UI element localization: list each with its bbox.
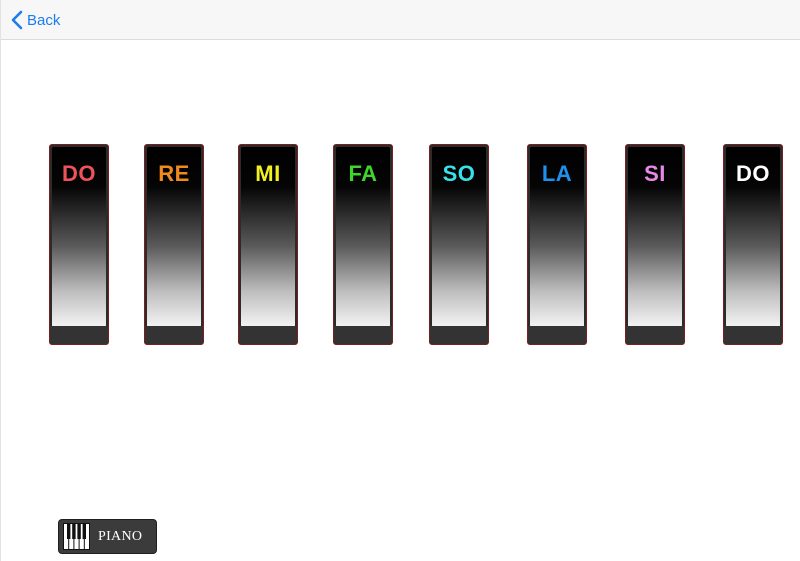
key-label-fa: FA: [348, 161, 378, 186]
key-label-re: RE: [158, 161, 190, 186]
key-so[interactable]: SO: [429, 144, 489, 345]
key-do[interactable]: DO: [49, 144, 109, 345]
chevron-left-icon: [11, 10, 23, 30]
key-label-la: LA: [541, 161, 573, 186]
key-label-do: DO: [62, 161, 96, 186]
key-base: [626, 326, 684, 344]
key-re[interactable]: RE: [144, 144, 204, 345]
key-do-high[interactable]: DO: [723, 144, 783, 345]
back-button-label: Back: [27, 11, 61, 29]
screen: Back DO RE MI FA SO LA SI DO PIANO: [0, 0, 800, 561]
key-base: [528, 326, 586, 344]
key-base: [724, 326, 782, 344]
key-mi[interactable]: MI: [238, 144, 298, 345]
key-base: [239, 326, 297, 344]
key-base: [334, 326, 392, 344]
key-label-do-high: DO: [736, 161, 770, 186]
key-label-mi: MI: [255, 161, 281, 186]
key-fa[interactable]: FA: [333, 144, 393, 345]
navigation-bar: Back: [1, 0, 800, 40]
key-base: [430, 326, 488, 344]
piano-keys-icon: [63, 523, 90, 550]
key-si[interactable]: SI: [625, 144, 685, 345]
key-label-si: SI: [644, 161, 666, 186]
piano-button-label: PIANO: [98, 528, 143, 544]
key-label-so: SO: [442, 161, 476, 186]
key-base: [50, 326, 108, 344]
key-la[interactable]: LA: [527, 144, 587, 345]
back-button[interactable]: Back: [11, 9, 60, 31]
piano-button[interactable]: PIANO: [58, 519, 157, 554]
key-base: [145, 326, 203, 344]
